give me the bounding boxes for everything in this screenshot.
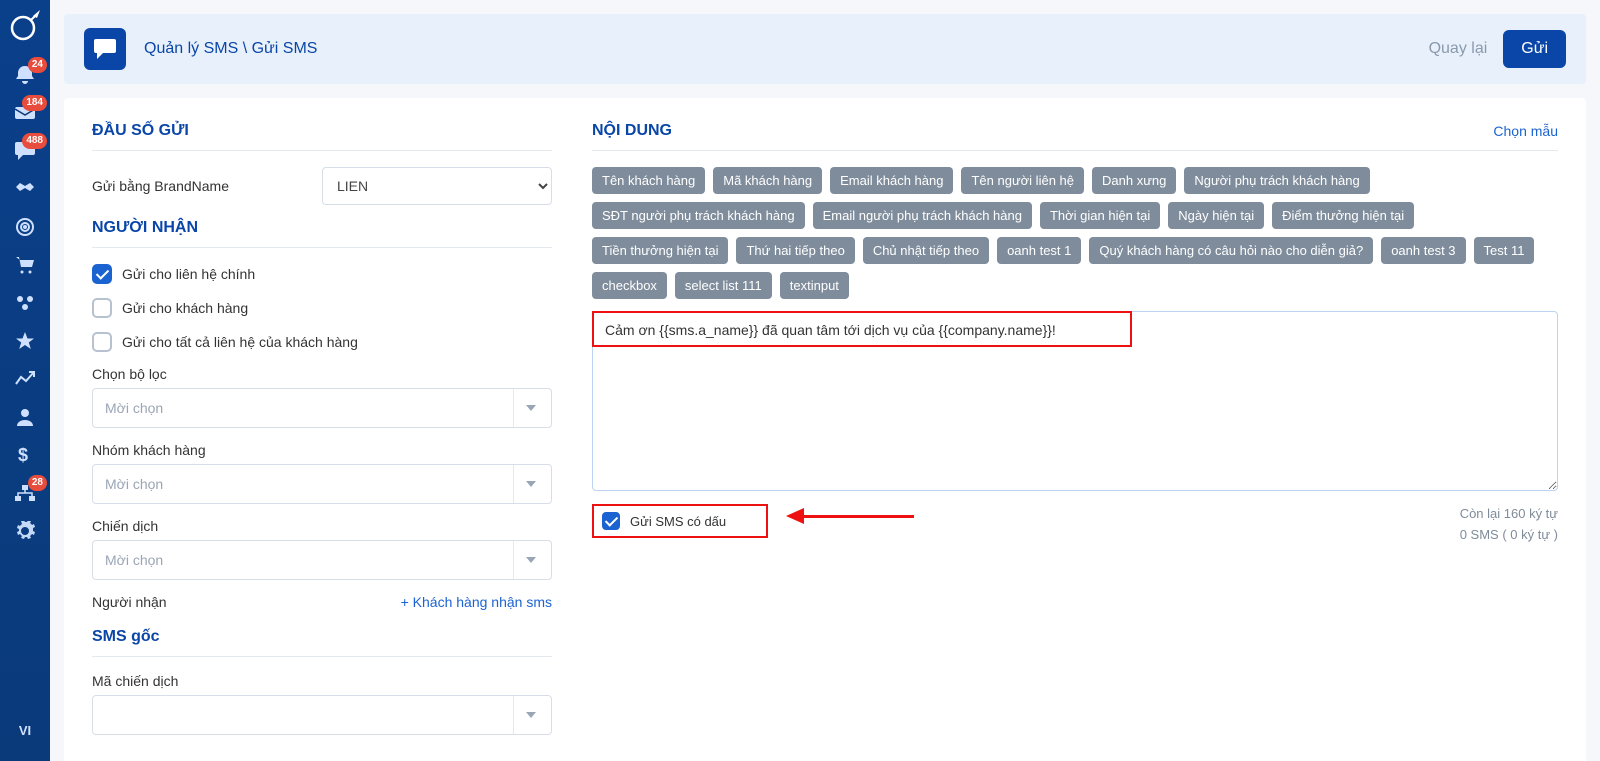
annotation-arrow-icon (786, 508, 914, 524)
section-smsroot-title: SMS gốc (92, 628, 552, 657)
sidebar-item-org[interactable]: 28 (0, 474, 50, 512)
message-textarea[interactable] (592, 311, 1558, 491)
sidebar-item-favorites[interactable] (0, 322, 50, 360)
variable-tag[interactable]: Mã khách hàng (713, 167, 822, 194)
badge: 488 (22, 133, 47, 149)
variable-tag[interactable]: Tên khách hàng (592, 167, 705, 194)
sidebar-item-finance[interactable]: $ (0, 436, 50, 474)
sidebar-item-cart[interactable] (0, 246, 50, 284)
variable-tag[interactable]: Tên người liên hệ (961, 167, 1084, 194)
section-sender-title: ĐẦU SỐ GỬI (92, 122, 552, 151)
checkbox-sms-accent[interactable] (602, 512, 620, 530)
variable-tag[interactable]: checkbox (592, 272, 667, 299)
sidebar-item-messages[interactable]: 488 (0, 132, 50, 170)
variable-tag[interactable]: SĐT người phụ trách khách hàng (592, 202, 805, 229)
variable-tag[interactable]: Thứ hai tiếp theo (736, 237, 854, 264)
variable-tag[interactable]: Email khách hàng (830, 167, 953, 194)
sidebar-item-notifications[interactable]: 24 (0, 56, 50, 94)
campaigncode-label: Mã chiến dịch (92, 673, 552, 689)
chevron-down-icon (513, 696, 547, 734)
page-header: Quản lý SMS \ Gửi SMS Quay lại Gửi (64, 14, 1586, 84)
checkbox-primary-contact[interactable] (92, 264, 112, 284)
variable-tag[interactable]: select list 111 (675, 272, 772, 299)
filter-select[interactable]: Mời chọn (92, 388, 552, 428)
chevron-down-icon (513, 541, 547, 579)
checkbox-primary-label: Gửi cho liên hệ chính (122, 266, 255, 282)
chevron-down-icon (513, 465, 547, 503)
badge: 184 (22, 95, 47, 111)
variable-tag[interactable]: Thời gian hiện tại (1040, 202, 1160, 229)
choose-template-link[interactable]: Chọn mẫu (1493, 123, 1558, 139)
annotation-accent-box: Gửi SMS có dấu (592, 504, 768, 538)
badge: 28 (28, 475, 47, 491)
checkbox-customer-label: Gửi cho khách hàng (122, 300, 248, 316)
variable-tag[interactable]: Điểm thưởng hiện tại (1272, 202, 1414, 229)
group-label: Nhóm khách hàng (92, 442, 552, 458)
sidebar-item-target[interactable] (0, 208, 50, 246)
send-button[interactable]: Gửi (1503, 30, 1566, 68)
app-sidebar: 24 184 488 $ 28 VI (0, 0, 50, 761)
variable-tag[interactable]: Email người phụ trách khách hàng (813, 202, 1032, 229)
campaigncode-select[interactable] (92, 695, 552, 735)
checkbox-sms-accent-label: Gửi SMS có dấu (630, 514, 726, 529)
sidebar-item-user[interactable] (0, 398, 50, 436)
main-panel: ĐẦU SỐ GỬI Gửi bằng BrandName LIEN NGƯỜI… (64, 98, 1586, 761)
variable-tag-cloud: Tên khách hàng Mã khách hàng Email khách h… (592, 167, 1558, 299)
variable-tag[interactable]: Test 11 (1474, 237, 1535, 264)
variable-tag[interactable]: Danh xưng (1092, 167, 1176, 194)
customer-group-select[interactable]: Mời chọn (92, 464, 552, 504)
breadcrumb-root[interactable]: Quản lý SMS (144, 40, 238, 57)
variable-tag[interactable]: oanh test 1 (997, 237, 1081, 264)
variable-tag[interactable]: Quý khách hàng có câu hỏi nào cho diễn g… (1089, 237, 1373, 264)
add-recipient-link[interactable]: + Khách hàng nhận sms (401, 594, 552, 610)
section-recipient-title: NGƯỜI NHẬN (92, 219, 552, 248)
sidebar-item-inbox[interactable]: 184 (0, 94, 50, 132)
variable-tag[interactable]: oanh test 3 (1381, 237, 1465, 264)
brandname-label: Gửi bằng BrandName (92, 178, 322, 194)
language-switch[interactable]: VI (0, 713, 50, 747)
sidebar-item-products[interactable] (0, 284, 50, 322)
variable-tag[interactable]: Chủ nhật tiếp theo (863, 237, 989, 264)
sidebar-item-reports[interactable] (0, 360, 50, 398)
checkbox-customer[interactable] (92, 298, 112, 318)
section-content-title: NỘI DUNG (592, 122, 672, 140)
sidebar-item-deals[interactable] (0, 170, 50, 208)
app-logo[interactable] (5, 6, 45, 46)
campaign-label: Chiến dịch (92, 518, 552, 534)
back-link[interactable]: Quay lại (1429, 40, 1488, 58)
breadcrumb-leaf[interactable]: Gửi SMS (252, 40, 318, 57)
variable-tag[interactable]: Người phụ trách khách hàng (1184, 167, 1369, 194)
content-area: Quản lý SMS \ Gửi SMS Quay lại Gửi ĐẦU S… (50, 0, 1600, 761)
svg-text:$: $ (18, 445, 28, 465)
variable-tag[interactable]: textinput (780, 272, 849, 299)
checkbox-all-contacts-label: Gửi cho tất cả liên hệ của khách hàng (122, 334, 358, 350)
right-column: NỘI DUNG Chọn mẫu Tên khách hàng Mã khách… (592, 122, 1558, 749)
left-column: ĐẦU SỐ GỬI Gửi bằng BrandName LIEN NGƯỜI… (92, 122, 552, 749)
char-counter: Còn lại 160 ký tự 0 SMS ( 0 ký tự ) (1460, 504, 1558, 546)
chevron-down-icon (513, 389, 547, 427)
badge: 24 (28, 57, 47, 73)
campaign-select[interactable]: Mời chọn (92, 540, 552, 580)
brandname-select[interactable]: LIEN (322, 167, 552, 205)
checkbox-all-contacts[interactable] (92, 332, 112, 352)
variable-tag[interactable]: Ngày hiện tại (1168, 202, 1264, 229)
page-icon (84, 28, 126, 70)
breadcrumb: Quản lý SMS \ Gửi SMS (144, 40, 317, 58)
variable-tag[interactable]: Tiền thưởng hiện tại (592, 237, 728, 264)
filter-label: Chọn bộ lọc (92, 366, 552, 382)
recipient-label: Người nhận (92, 594, 167, 610)
sidebar-item-settings[interactable] (0, 512, 50, 550)
